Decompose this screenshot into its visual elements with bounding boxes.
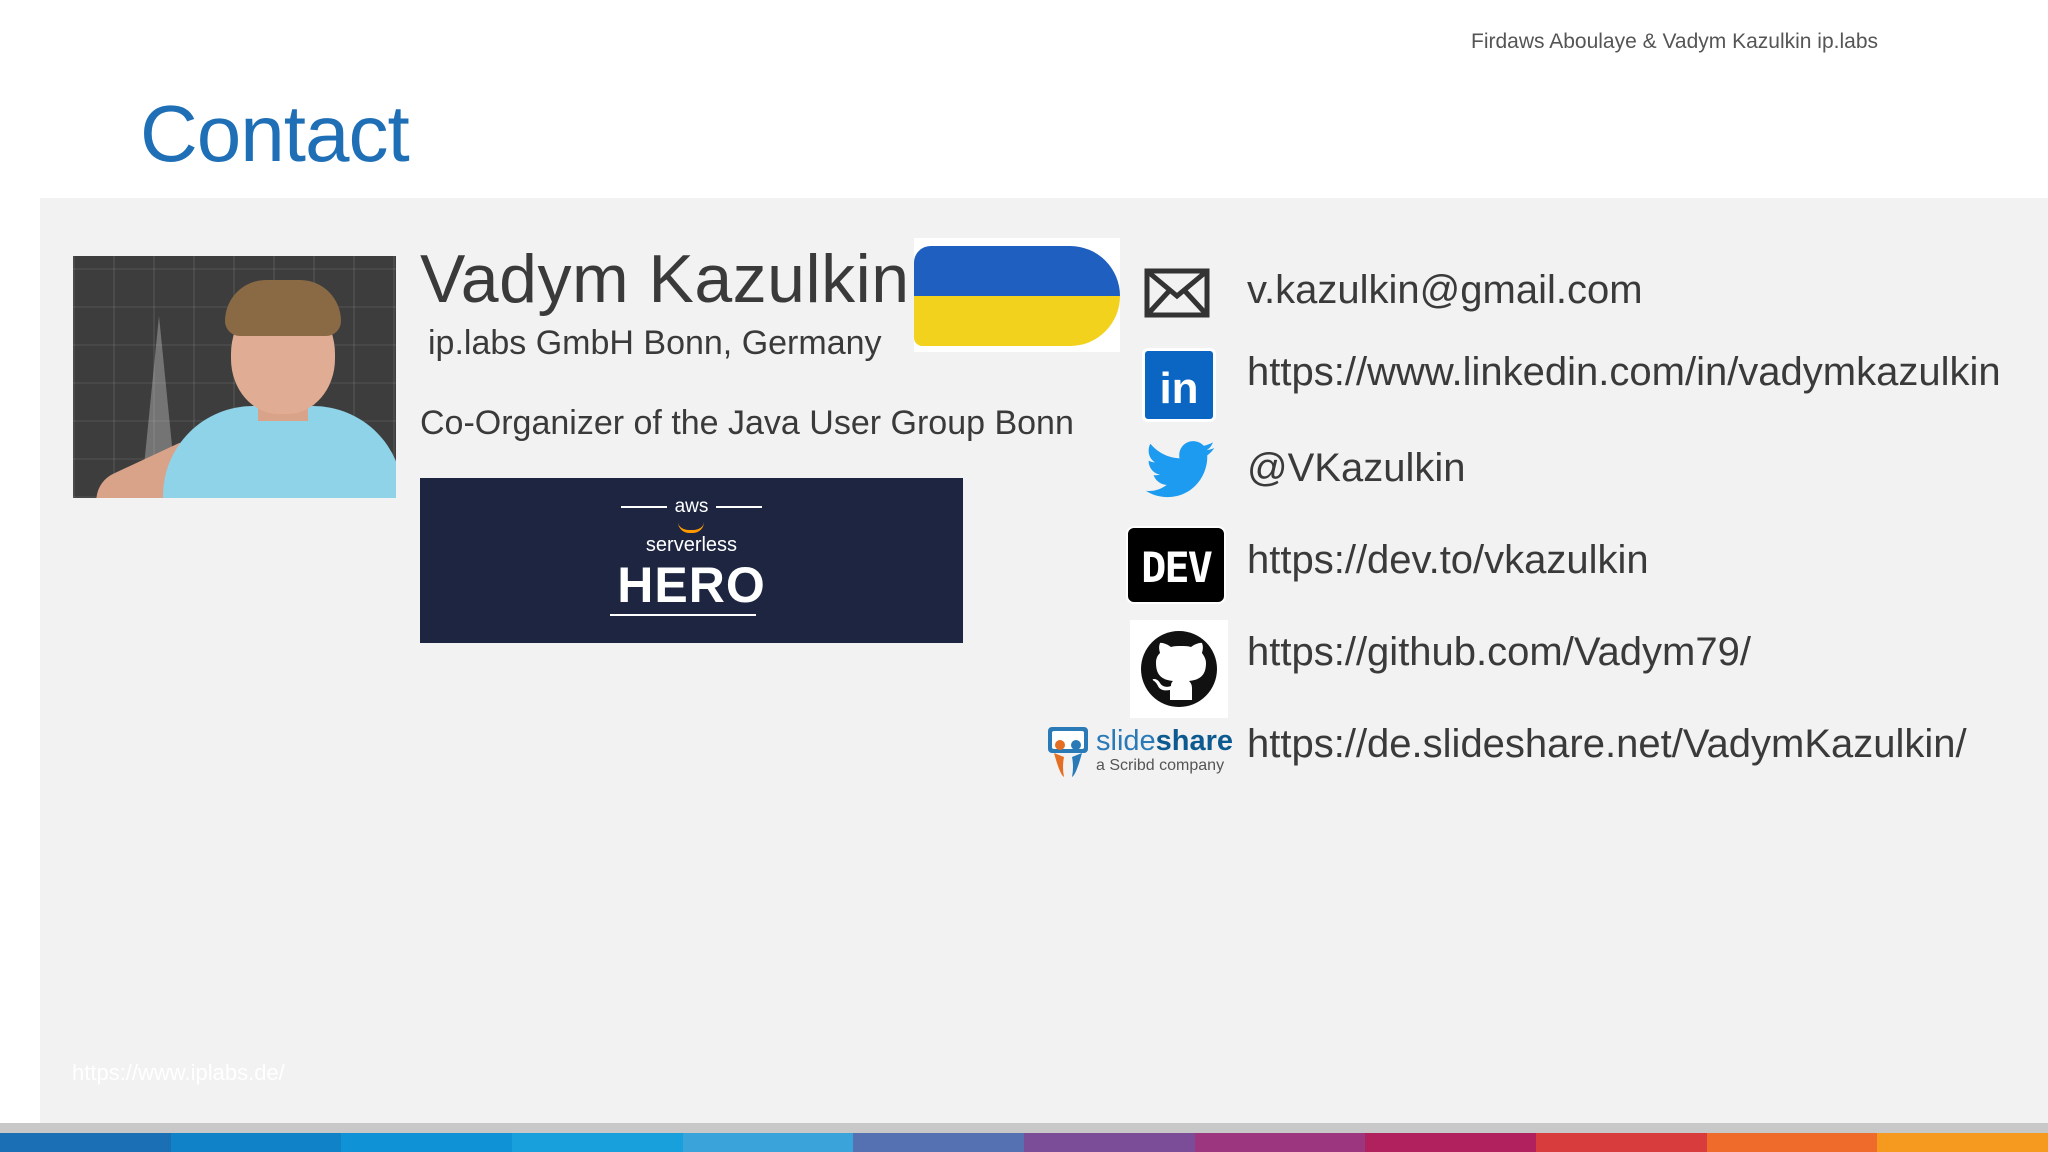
footer-stripe-segment <box>1536 1133 1707 1152</box>
aws-serverless-hero-badge: aws serverless HERO <box>420 478 963 643</box>
slide-header-authors: Firdaws Aboulaye & Vadym Kazulkin ip.lab… <box>1471 30 1878 53</box>
footer-stripe-segment <box>1194 1133 1366 1152</box>
contact-linkedin[interactable]: https://www.linkedin.com/in/vadymkazulki… <box>1247 350 2001 395</box>
badge-subtitle: serverless <box>645 534 738 556</box>
profile-name: Vadym Kazulkin <box>420 241 910 317</box>
profile-role: Co-Organizer of the Java User Group Bonn <box>420 404 1074 442</box>
contact-email[interactable]: v.kazulkin@gmail.com <box>1247 268 1643 313</box>
twitter-icon <box>1146 441 1215 498</box>
footer-stripe-segment <box>1706 1133 1878 1152</box>
aws-smile-icon <box>678 522 704 533</box>
footer-stripe-segment <box>170 1133 342 1152</box>
badge-aws-label: aws <box>674 496 709 517</box>
mail-icon <box>1144 268 1210 318</box>
contact-twitter[interactable]: @VKazulkin <box>1247 446 1465 491</box>
github-icon <box>1130 620 1228 718</box>
ukraine-flag-icon <box>914 238 1120 352</box>
slideshare-brand: slideshare <box>1096 725 1233 758</box>
github-octocat-icon <box>1141 631 1217 707</box>
dev-to-icon: DEV <box>1126 526 1226 604</box>
footer-shadow <box>0 1123 2048 1133</box>
profile-company: ip.labs GmbH Bonn, Germany <box>428 324 882 362</box>
slideshare-brand-b: share <box>1155 725 1234 757</box>
footer-stripe-segment <box>853 1133 1025 1152</box>
footer-stripe-segment <box>1365 1133 1537 1152</box>
footer-stripe-segment <box>1877 1133 2048 1152</box>
slideshare-brand-a: slide <box>1096 725 1156 757</box>
footer-color-stripe <box>0 1133 2048 1152</box>
contact-slideshare[interactable]: https://de.slideshare.net/VadymKazulkin/ <box>1247 722 1967 767</box>
linkedin-icon: in <box>1142 348 1216 422</box>
slideshare-logo-icon <box>1048 727 1088 777</box>
slide-title: Contact <box>140 89 410 178</box>
footer-stripe-segment <box>341 1133 513 1152</box>
badge-title: HERO <box>617 557 766 613</box>
slideshare-icon: slideshare a Scribd company <box>1044 725 1233 783</box>
profile-photo <box>73 256 396 498</box>
footer-stripe-segment <box>512 1133 683 1152</box>
footer-stripe-segment <box>682 1133 854 1152</box>
contact-devto[interactable]: https://dev.to/vkazulkin <box>1247 538 1649 583</box>
contact-github[interactable]: https://github.com/Vadym79/ <box>1247 630 1751 675</box>
footer-url[interactable]: https://www.iplabs.de/ <box>72 1060 285 1086</box>
footer-stripe-segment <box>0 1133 171 1152</box>
footer-stripe-segment <box>1024 1133 1195 1152</box>
slideshare-tagline: a Scribd company <box>1096 757 1225 774</box>
